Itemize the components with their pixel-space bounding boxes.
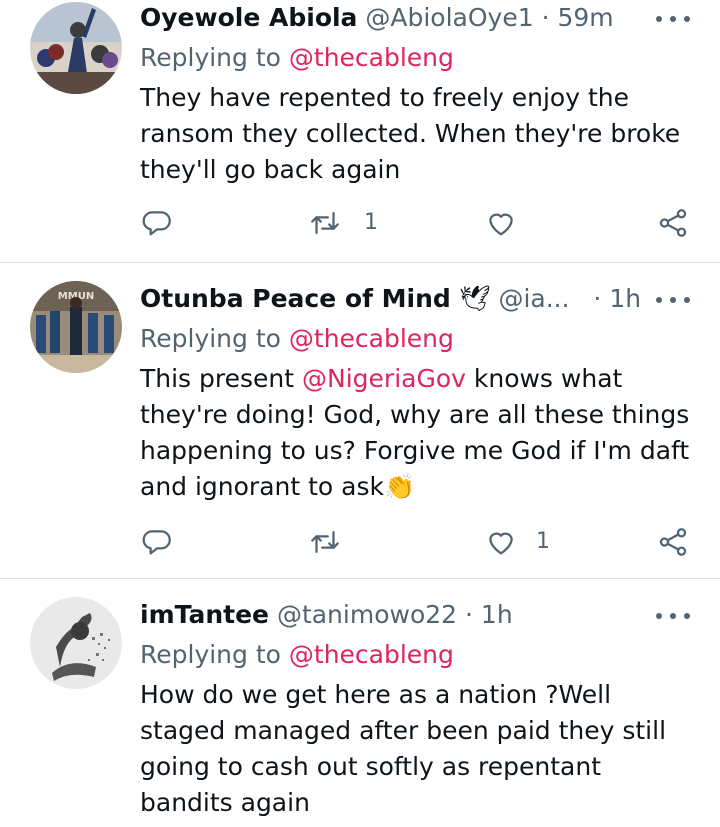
replying-to-mention[interactable]: @thecableng [289, 640, 454, 669]
user-handle[interactable]: @ia... [498, 284, 569, 313]
tweet-text-prefix: This present [140, 364, 303, 393]
separator-dot: · [541, 3, 550, 32]
like-count: 1 [536, 529, 550, 554]
tweet-header: Oyewole Abiola @AbiolaOye1 · 59m [140, 0, 690, 36]
more-options-icon[interactable] [656, 289, 690, 309]
tweet-mention[interactable]: @NigeriaGov [302, 364, 466, 393]
replying-to-label: Replying to [140, 43, 289, 72]
replying-to-mention[interactable]: @thecableng [289, 324, 454, 353]
replying-to-mention[interactable]: @thecableng [289, 43, 454, 72]
user-handle[interactable]: @tanimowo22 [277, 600, 457, 629]
heart-icon [489, 213, 513, 236]
tweet-text: They have repented to freely enjoy the r… [140, 83, 681, 184]
display-name[interactable]: imTantee [140, 600, 269, 629]
timestamp[interactable]: 1h [609, 284, 641, 313]
user-handle[interactable]: @AbiolaOye1 [365, 3, 533, 32]
clapping-emoji: 👏 [384, 472, 416, 501]
tweet-text: This present @NigeriaGov knows what they… [140, 361, 700, 505]
tweet-3[interactable]: imTantee @tanimowo22 · 1h Replying to @t… [0, 579, 720, 827]
replying-to-label: Replying to [140, 640, 289, 669]
share-icon [659, 209, 687, 237]
avatar[interactable] [30, 597, 122, 689]
reply-icon [142, 530, 171, 555]
replying-to-line: Replying to @thecableng [140, 321, 454, 357]
avatar[interactable] [30, 2, 122, 94]
tweet-2[interactable]: MMUN Otunba Peace of Mind 🕊 @ia... · 1h … [0, 263, 720, 578]
separator-dot: · [465, 600, 473, 629]
like-button[interactable]: 1 [484, 525, 550, 565]
more-options-icon[interactable] [656, 8, 690, 28]
share-button[interactable] [656, 525, 690, 565]
more-options-icon[interactable] [656, 605, 690, 625]
replying-to-line: Replying to @thecableng [140, 637, 454, 673]
replying-to-line: Replying to @thecableng [140, 40, 454, 76]
display-name[interactable]: Oyewole Abiola [140, 3, 357, 32]
like-button[interactable] [484, 206, 518, 246]
retweet-button[interactable] [308, 525, 342, 565]
share-button[interactable] [656, 206, 690, 246]
retweet-icon [311, 530, 339, 554]
reply-icon [142, 211, 171, 236]
timestamp[interactable]: 1h [481, 600, 513, 629]
action-bar: 1 [0, 206, 720, 246]
reply-button[interactable] [140, 206, 174, 246]
separator-dot: · [593, 284, 602, 313]
tweet-1[interactable]: Oyewole Abiola @AbiolaOye1 · 59m Replyin… [0, 0, 720, 262]
replying-to-label: Replying to [140, 324, 289, 353]
tweet-text: How do we get here as a nation ?Well sta… [140, 680, 667, 817]
display-name[interactable]: Otunba Peace of Mind [140, 284, 451, 313]
dove-emoji: 🕊 [458, 284, 491, 313]
action-bar: 1 [0, 525, 720, 565]
timestamp[interactable]: 59m [558, 3, 614, 32]
retweet-icon [311, 211, 339, 235]
share-icon [659, 528, 687, 556]
retweet-button[interactable]: 1 [308, 206, 378, 246]
avatar[interactable]: MMUN [30, 281, 122, 373]
retweet-count: 1 [364, 210, 378, 235]
tweet-header: imTantee @tanimowo22 · 1h [140, 597, 690, 633]
reply-button[interactable] [140, 525, 174, 565]
tweet-header: Otunba Peace of Mind 🕊 @ia... · 1h [140, 281, 690, 317]
heart-icon [489, 532, 513, 555]
